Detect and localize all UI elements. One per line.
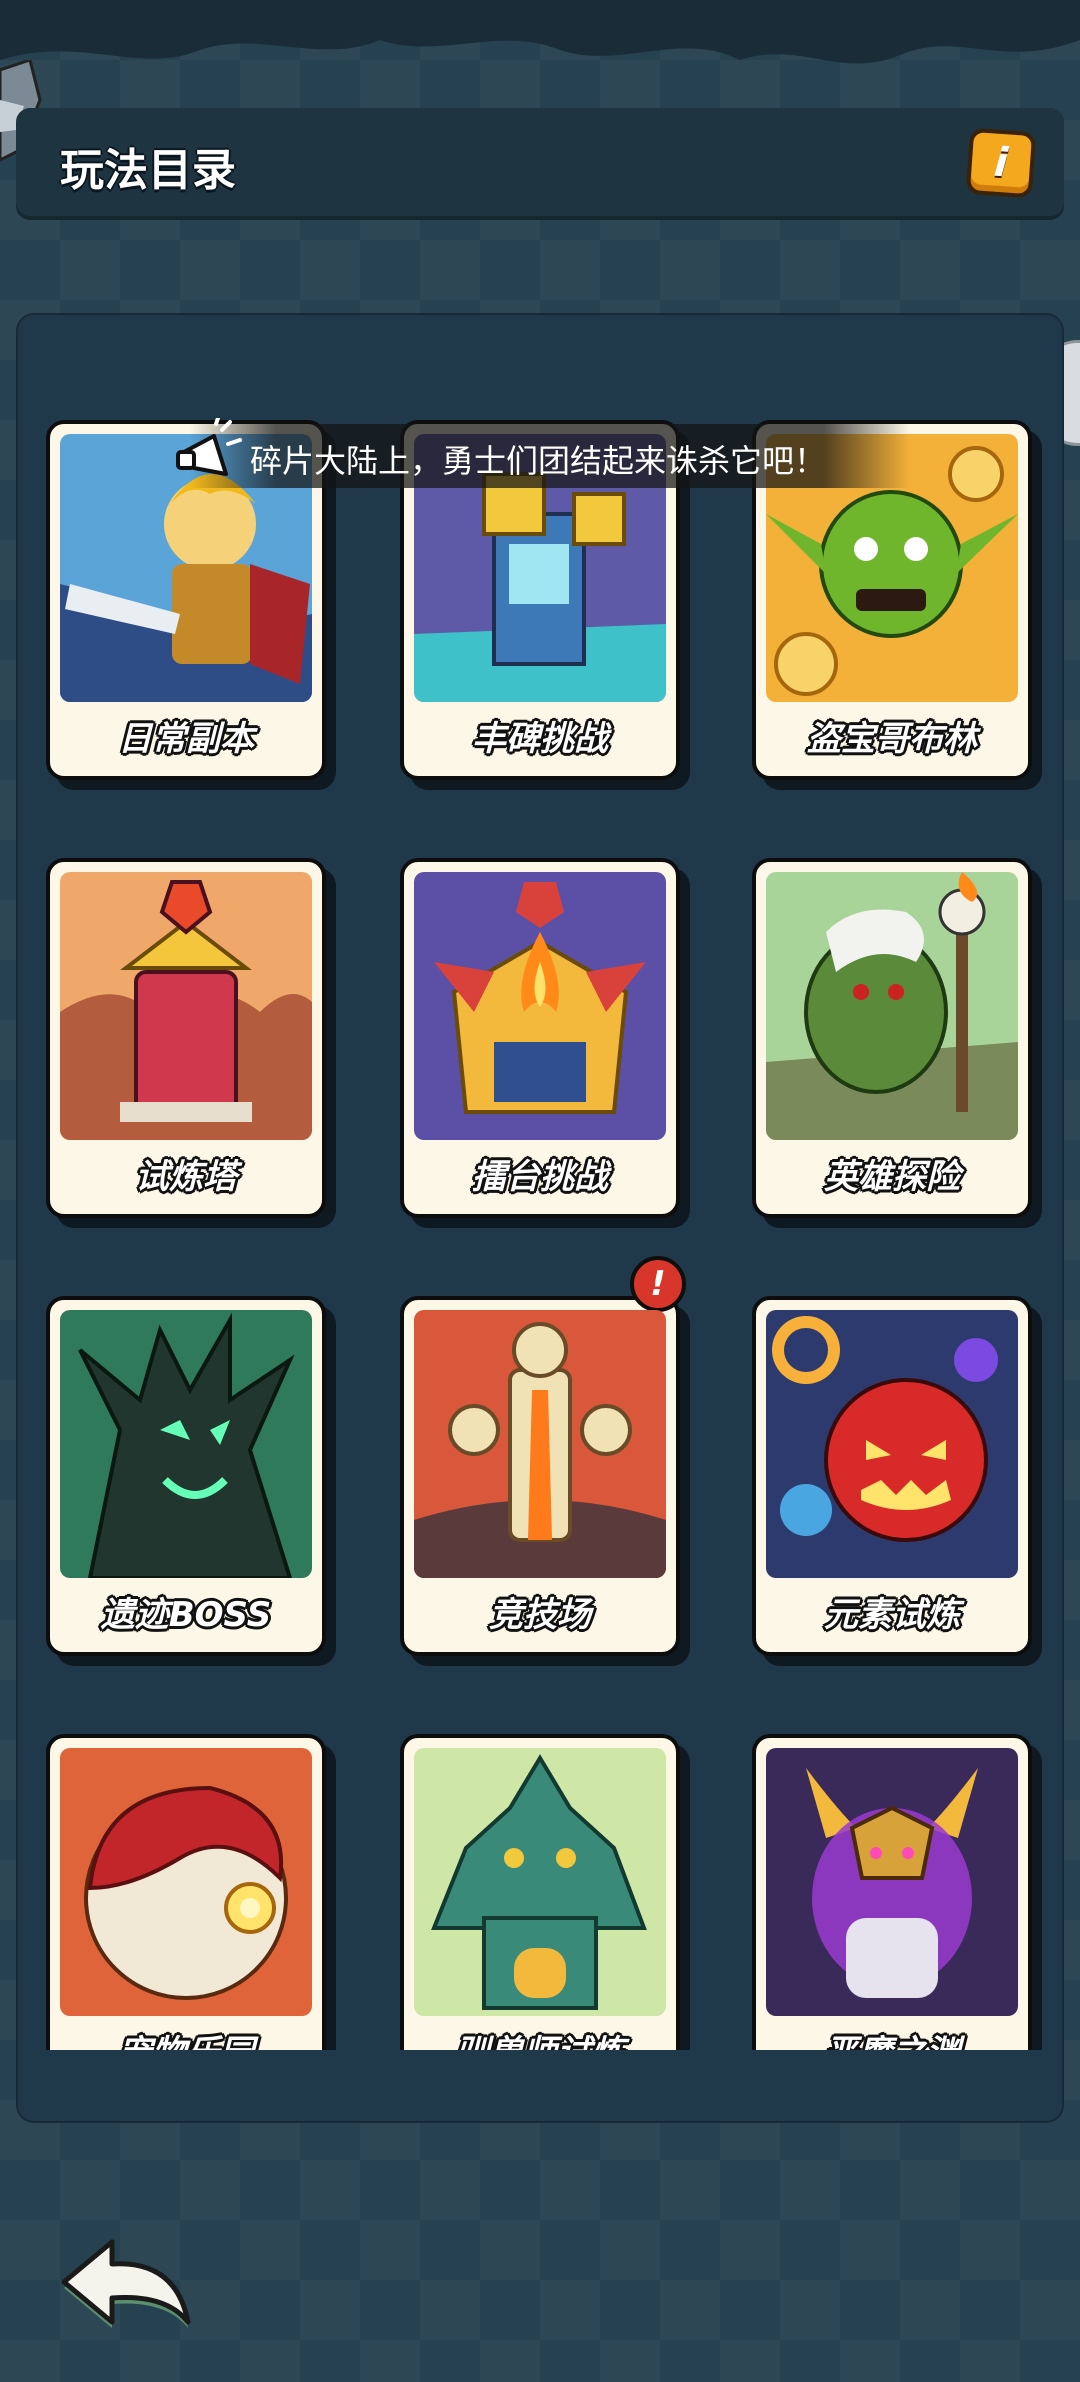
mode-card-label: 驯兽师试炼	[404, 2025, 676, 2050]
alert-badge: !	[630, 1256, 686, 1312]
mode-card[interactable]: ! 竞技场	[400, 1256, 686, 1656]
announcement-text: 碎片大陆上，勇士们团结起来诛杀它吧！	[250, 442, 827, 480]
fire-arena-icon	[414, 872, 666, 1140]
mode-card[interactable]: 试炼塔	[46, 858, 326, 1218]
mode-card[interactable]: 宠物乐园	[46, 1734, 326, 2050]
info-icon: i	[992, 139, 1010, 187]
orc-shaman-icon	[766, 872, 1018, 1140]
mode-card-label: 宠物乐园	[50, 2025, 322, 2050]
mode-card-label: 元素试炼	[824, 1595, 960, 1635]
lava-altar-icon	[414, 1310, 666, 1578]
megaphone-icon	[176, 418, 242, 476]
alert-icon: !	[650, 1264, 666, 1304]
mode-card[interactable]: 驯兽师试炼	[400, 1734, 680, 2050]
mode-card-label: 盗宝哥布林	[807, 719, 977, 759]
mode-card[interactable]: 恶魔之渊	[752, 1734, 1032, 2050]
foliage-decoration	[0, 0, 1080, 64]
back-arrow-icon[interactable]	[58, 2236, 198, 2332]
mode-card[interactable]: 元素试炼	[752, 1296, 1032, 1656]
mode-card[interactable]: 英雄探险	[752, 858, 1032, 1218]
pumpkin-demon-icon	[766, 1310, 1018, 1578]
mode-card-label: 日常副本	[118, 719, 254, 759]
page-title: 玩法目录	[60, 145, 236, 196]
tree-monster-icon	[60, 1310, 312, 1578]
mode-card-label: 擂台挑战	[472, 1157, 608, 1197]
info-button[interactable]: i	[965, 127, 1037, 199]
demon-lord-icon	[766, 1748, 1018, 2016]
mode-card-label: 丰碑挑战	[472, 719, 608, 759]
mode-card-label: 英雄探险	[824, 1157, 960, 1197]
mode-card-label: 竞技场	[489, 1595, 591, 1635]
pet-egg-icon	[60, 1748, 312, 2016]
mode-grid: 日常副本 丰碑挑战 盗宝哥布林 试炼塔 擂台挑战 英雄探险 遗迹BOSS ! 竞…	[16, 400, 1064, 2050]
header-bar: 玩法目录 i	[16, 108, 1064, 220]
beast-tower-icon	[414, 1748, 666, 2016]
mode-card-label: 试炼塔	[135, 1157, 237, 1197]
mode-card-label: 恶魔之渊	[756, 2025, 1028, 2050]
mode-card[interactable]: 擂台挑战	[400, 858, 680, 1218]
mode-card-label: 遗迹BOSS	[100, 1595, 272, 1635]
announcement-banner: 碎片大陆上，勇士们团结起来诛杀它吧！	[190, 424, 910, 488]
red-tower-icon	[60, 872, 312, 1140]
mode-card[interactable]: 遗迹BOSS	[46, 1296, 326, 1656]
